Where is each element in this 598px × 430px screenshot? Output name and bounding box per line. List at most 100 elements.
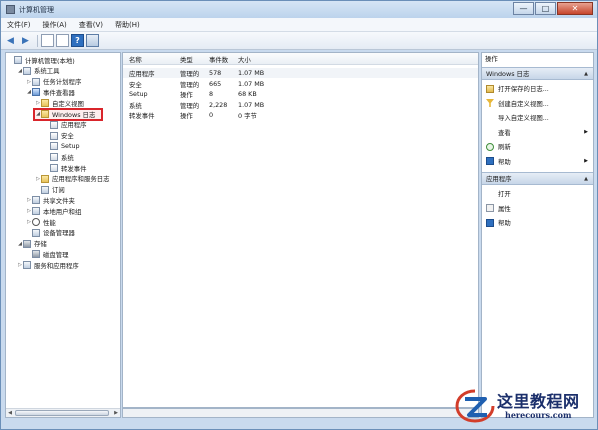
tree-item-label: 系统 [61,153,74,162]
column-size[interactable]: 大小 [238,55,251,64]
device-manager-icon [32,228,40,237]
actions-section-windows-logs[interactable]: Windows 日志 ▲ [482,67,593,80]
action-label: 帮助 [498,157,511,166]
tree-item[interactable]: ▷ 性能 [26,217,56,227]
cell-size: 1.07 MB [238,69,265,77]
action-item[interactable]: 帮助 [482,217,593,228]
scroll-right-arrow-icon[interactable]: ▶ [112,409,120,417]
help-icon [486,157,494,165]
blank-icon [486,128,494,136]
tree-item-label: 服务和应用程序 [34,261,79,270]
tree-item[interactable]: 系统 [44,152,74,162]
tree-item-label: 系统工具 [34,67,60,76]
action-label: 查看 [498,128,511,137]
table-row[interactable]: 转发事件 操作 0 0 字节 [123,110,478,120]
action-item[interactable]: 打开 [482,188,593,199]
tree-item[interactable]: ▷ 共享文件夹 [26,195,75,205]
tree-item[interactable]: 磁盘管理 [26,249,69,259]
tree-horizontal-scrollbar[interactable]: ◀ ▶ [6,408,120,417]
table-row[interactable]: Setup 操作 8 68 KB [123,89,478,99]
services-icon [23,261,31,270]
action-item[interactable]: 查看 ▶ [482,127,593,138]
cell-size: 0 字节 [238,112,257,120]
action-item[interactable]: 属性 [482,203,593,214]
table-row[interactable]: 安全 管理的 665 1.07 MB [123,79,478,89]
column-event-count[interactable]: 事件数 [209,55,228,64]
minimize-button[interactable]: — [513,2,534,15]
column-name[interactable]: 名称 [129,55,142,64]
scrollbar-thumb[interactable] [15,410,109,416]
up-folder-icon[interactable] [41,34,54,47]
tree-item[interactable]: 订阅 [35,185,65,195]
help-icon[interactable]: ? [71,34,84,47]
tree-item-label: 订阅 [52,186,65,195]
action-item[interactable]: 帮助 ▶ [482,156,593,167]
cell-name: 系统 [129,101,142,110]
close-button[interactable]: ✕ [557,2,593,15]
cell-event-count: 0 [209,111,214,119]
tree-item-label: 应用程序 [61,121,87,130]
tree-item[interactable]: 设备管理器 [26,228,75,238]
back-arrow-icon[interactable]: ◀ [4,34,17,47]
tools-icon [23,66,31,75]
tree-item[interactable]: ◢ 事件查看器 [26,87,75,97]
tree-item[interactable]: ▷ 应用程序和服务日志 [35,174,110,184]
column-type[interactable]: 类型 [180,55,193,64]
action-item[interactable]: 刷新 [482,141,593,152]
blank-icon [486,190,494,198]
log-icon [50,142,58,151]
tree-item-label: 转发事件 [61,164,87,173]
tree-item[interactable]: ◢ 存储 [17,239,47,249]
tree-item[interactable]: 计算机管理(本地) [8,55,75,65]
herecours-logo-icon [455,389,495,423]
help-icon [486,218,494,227]
tree-item[interactable]: ▷ 任务计划程序 [26,77,81,87]
tree-item[interactable]: 转发事件 [44,163,87,173]
blank-icon [486,114,494,122]
log-icon [50,120,58,129]
cell-name: 转发事件 [129,112,155,120]
table-row[interactable]: 系统 管理的 2,228 1.07 MB [123,100,478,110]
cell-type: 管理的 [180,70,200,78]
cell-size: 68 KB [238,90,257,98]
collapse-caret-icon[interactable]: ▲ [584,173,588,185]
forward-arrow-icon[interactable]: ▶ [19,34,32,47]
tree-item[interactable]: ◢ 系统工具 [17,66,60,76]
tree-item-label: 事件查看器 [43,88,75,97]
cell-type: 操作 [180,91,193,99]
toolbar-divider [37,34,38,47]
show-hide-tree-icon[interactable] [56,34,69,47]
show-hide-action-pane-icon[interactable] [86,34,99,47]
tree-item[interactable]: 安全 [44,131,74,141]
action-item[interactable]: 打开保存的日志... [482,83,593,94]
tree-item[interactable]: Setup [44,141,80,151]
disk-icon [32,250,40,259]
cell-type: 管理的 [180,101,200,110]
tree-item[interactable]: ◢ Windows 日志 [33,107,104,121]
tree-item[interactable]: 应用程序 [44,120,87,130]
title-bar[interactable]: 计算机管理 — □ ✕ [1,1,597,18]
window-title: 计算机管理 [19,5,54,14]
cell-name: 安全 [129,80,142,89]
event-viewer-icon [32,88,40,97]
tree-item[interactable]: ▷ 本地用户和组 [26,206,81,216]
menu-view[interactable]: 查看(V) [73,20,109,30]
menu-file[interactable]: 文件(F) [1,20,37,30]
log-icon [50,164,58,172]
scroll-left-arrow-icon[interactable]: ◀ [6,409,14,417]
shared-folder-icon [32,196,40,205]
actions-section-application[interactable]: 应用程序 ▲ [482,172,593,185]
section-title: 应用程序 [486,175,512,183]
menu-help[interactable]: 帮助(H) [109,20,146,30]
cell-event-count: 2,228 [209,100,228,109]
menu-action[interactable]: 操作(A) [37,20,73,30]
maximize-button[interactable]: □ [535,2,556,15]
filter-icon [486,99,494,107]
action-item[interactable]: 创建自定义视图... [482,98,593,109]
collapse-caret-icon[interactable]: ▲ [584,68,588,80]
action-item[interactable]: 导入自定义视图... [482,112,593,123]
list-status-bar [122,408,479,418]
table-row[interactable]: 应用程序 管理的 578 1.07 MB [123,68,478,78]
console-tree: 计算机管理(本地) ◢ 系统工具 ▷ 任务计划程序 ◢ 事件查看器 ▷ 自定义视图 ◢ Window… [5,52,121,418]
tree-item[interactable]: ▷ 服务和应用程序 [17,260,79,270]
